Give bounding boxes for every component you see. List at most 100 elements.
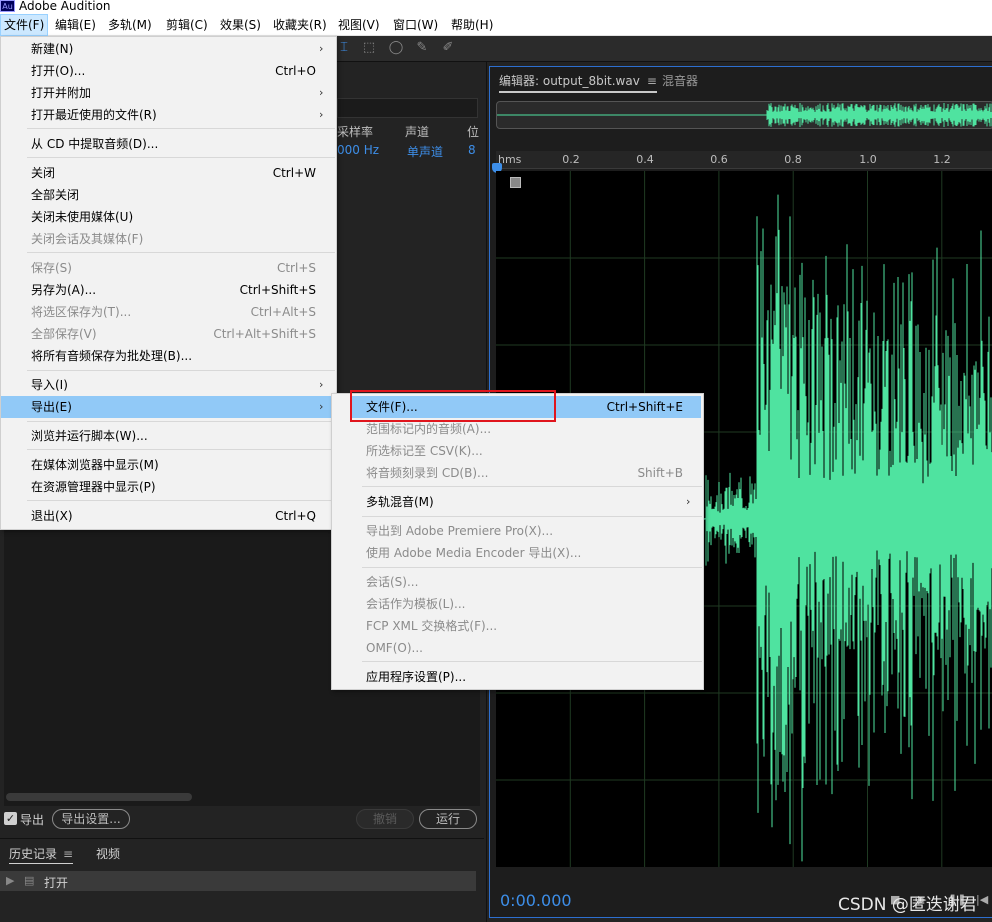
file-channels: 单声道 — [407, 145, 444, 159]
submenu-item-fcp-xml[interactable]: FCP XML 交换格式(F)... — [332, 615, 703, 637]
panel-menu-icon[interactable]: ≡ — [647, 74, 657, 88]
menu-item-label: 将选区保存为(T)... — [31, 305, 132, 319]
menu-item-extract-cd[interactable]: 从 CD 中提取音频(D)... — [1, 133, 336, 155]
menu-item-close-unused[interactable]: 关闭未使用媒体(U) — [1, 206, 336, 228]
menu-item-label: 全部保存(V) — [31, 327, 97, 341]
menu-help[interactable]: 帮助(H) — [448, 14, 496, 36]
menu-item-label: 在媒体浏览器中显示(M) — [31, 458, 159, 472]
submenu-item-markers-csv[interactable]: 所选标记至 CSV(K)... — [332, 440, 703, 462]
menu-bar: 文件(F) 编辑(E) 多轨(M) 剪辑(C) 效果(S) 收藏夹(R) 视图(… — [0, 14, 992, 36]
menu-item-show-explorer[interactable]: 在资源管理器中显示(P) — [1, 476, 336, 498]
time-selection-icon[interactable]: ⌶ — [336, 40, 352, 56]
menu-item-label: 将所有音频保存为批处理(B)... — [31, 349, 193, 363]
file-row[interactable]: 000 Hz 单声道 8 — [337, 142, 484, 160]
history-row-label: 打开 — [44, 876, 69, 890]
undo-button[interactable]: 撤销 — [356, 809, 414, 829]
submenu-item-session-template[interactable]: 会话作为模板(L)... — [332, 593, 703, 615]
menu-separator — [27, 252, 335, 253]
run-button[interactable]: 运行 — [419, 809, 477, 829]
timecode-display: 0:00.000 — [500, 891, 572, 910]
audition-logo-icon: Au — [0, 0, 15, 12]
menu-item-open[interactable]: 打开(O)... Ctrl+O — [1, 60, 336, 82]
menu-item-import[interactable]: 导入(I) › — [1, 374, 336, 396]
chevron-right-icon: › — [686, 495, 691, 508]
submenu-item-premiere[interactable]: 导出到 Adobe Premiere Pro(X)... — [332, 520, 703, 542]
tab-video[interactable]: 视频 — [96, 845, 120, 862]
export-checkbox[interactable]: ✓ — [4, 812, 17, 825]
submenu-item-media-encoder[interactable]: 使用 Adobe Media Encoder 导出(X)... — [332, 542, 703, 564]
menu-item-close-session[interactable]: 关闭会话及其媒体(F) — [1, 228, 336, 250]
tab-history[interactable]: 历史记录 ≡ — [9, 845, 74, 864]
menu-item-save[interactable]: 保存(S) Ctrl+S — [1, 257, 336, 279]
menu-favorites[interactable]: 收藏夹(R) — [270, 14, 330, 36]
menu-item-label: 会话作为模板(L)... — [366, 597, 466, 611]
menu-item-save-selection[interactable]: 将选区保存为(T)... Ctrl+Alt+S — [1, 301, 336, 323]
files-column-header: 采样率 声道 位 — [337, 120, 484, 140]
menu-item-label: FCP XML 交换格式(F)... — [366, 619, 498, 633]
brush-select-icon[interactable]: ✎ — [414, 40, 430, 56]
menu-item-new[interactable]: 新建(N) › — [1, 38, 336, 60]
submenu-item-burn-cd[interactable]: 将音频刻录到 CD(B)... Shift+B — [332, 462, 703, 484]
app-title: Adobe Audition — [19, 0, 111, 13]
submenu-item-omf[interactable]: OMF(O)... — [332, 637, 703, 659]
submenu-item-app-settings[interactable]: 应用程序设置(P)... — [332, 666, 703, 688]
overview-waveform[interactable] — [496, 101, 992, 129]
menu-window[interactable]: 窗口(W) — [390, 14, 441, 36]
menu-item-close[interactable]: 关闭 Ctrl+W — [1, 162, 336, 184]
marquee-select-icon[interactable]: ⬚ — [361, 40, 377, 56]
menu-item-run-script[interactable]: 浏览并运行脚本(W)... — [1, 425, 336, 447]
lasso-select-icon[interactable]: ◯ — [388, 40, 404, 56]
ruler-tick: 1.0 — [859, 153, 877, 166]
files-search-input[interactable] — [337, 98, 478, 118]
menu-item-save-all[interactable]: 全部保存(V) Ctrl+Alt+Shift+S — [1, 323, 336, 345]
horizontal-scrollbar[interactable] — [6, 793, 192, 801]
menu-item-shortcut: Ctrl+O — [275, 64, 316, 78]
export-label: 导出 — [20, 813, 45, 827]
column-channels[interactable]: 声道 — [405, 123, 429, 140]
menu-item-label: 关闭未使用媒体(U) — [31, 210, 134, 224]
waveform-options-icon[interactable] — [510, 177, 521, 188]
menu-item-open-recent[interactable]: 打开最近使用的文件(R) › — [1, 104, 336, 126]
menu-item-label: 会话(S)... — [366, 575, 419, 589]
menu-item-exit[interactable]: 退出(X) Ctrl+Q — [1, 505, 336, 527]
history-row[interactable]: ▶ ▤ 打开 — [0, 871, 476, 891]
menu-separator — [27, 449, 335, 450]
menu-clip[interactable]: 剪辑(C) — [163, 14, 211, 36]
menu-item-batch-save[interactable]: 将所有音频保存为批处理(B)... — [1, 345, 336, 367]
menu-edit[interactable]: 编辑(E) — [52, 14, 99, 36]
menu-item-open-append[interactable]: 打开并附加 › — [1, 82, 336, 104]
menu-item-shortcut: Ctrl+Shift+E — [606, 400, 683, 414]
rewind-icon[interactable]: |◀ — [976, 893, 988, 906]
menu-item-show-media-browser[interactable]: 在媒体浏览器中显示(M) — [1, 454, 336, 476]
menu-separator — [27, 500, 335, 501]
menu-effects[interactable]: 效果(S) — [217, 14, 264, 36]
column-samplerate[interactable]: 采样率 — [337, 123, 373, 140]
menu-item-close-all[interactable]: 全部关闭 — [1, 184, 336, 206]
menu-item-label: 全部关闭 — [31, 188, 80, 202]
menu-item-label: OMF(O)... — [366, 641, 423, 655]
column-bitdepth[interactable]: 位 — [467, 123, 479, 140]
export-settings-button[interactable]: 导出设置... — [52, 809, 130, 829]
annotation-highlight-box — [350, 390, 556, 422]
menu-item-export[interactable]: 导出(E) › — [1, 396, 336, 418]
ruler-tick: 1.2 — [933, 153, 951, 166]
tab-editor-label: 编辑器: output_8bit.wav — [499, 74, 640, 88]
panel-menu-icon[interactable]: ≡ — [63, 847, 73, 861]
tab-mixer[interactable]: 混音器 — [662, 72, 698, 89]
submenu-item-multitrack-mixdown[interactable]: 多轨混音(M) › — [332, 491, 703, 513]
ruler-tick: 0.4 — [636, 153, 654, 166]
menu-item-label: 从 CD 中提取音频(D)... — [31, 137, 159, 151]
submenu-item-session[interactable]: 会话(S)... — [332, 571, 703, 593]
title-bar: Au Adobe Audition — [0, 0, 992, 14]
menu-file[interactable]: 文件(F) — [0, 14, 49, 36]
menu-multitrack[interactable]: 多轨(M) — [105, 14, 155, 36]
chevron-right-icon: › — [319, 86, 324, 99]
tab-history-label: 历史记录 — [9, 847, 58, 861]
chevron-right-icon: › — [319, 108, 324, 121]
time-ruler[interactable]: hms 0.2 0.4 0.6 0.8 1.0 1.2 — [492, 151, 992, 173]
spot-healing-icon[interactable]: ✐ — [440, 40, 456, 56]
play-triangle-icon[interactable]: ▶ — [6, 874, 14, 887]
menu-item-save-as[interactable]: 另存为(A)... Ctrl+Shift+S — [1, 279, 336, 301]
tab-editor[interactable]: 编辑器: output_8bit.wav ≡ — [499, 72, 657, 93]
menu-view[interactable]: 视图(V) — [335, 14, 383, 36]
